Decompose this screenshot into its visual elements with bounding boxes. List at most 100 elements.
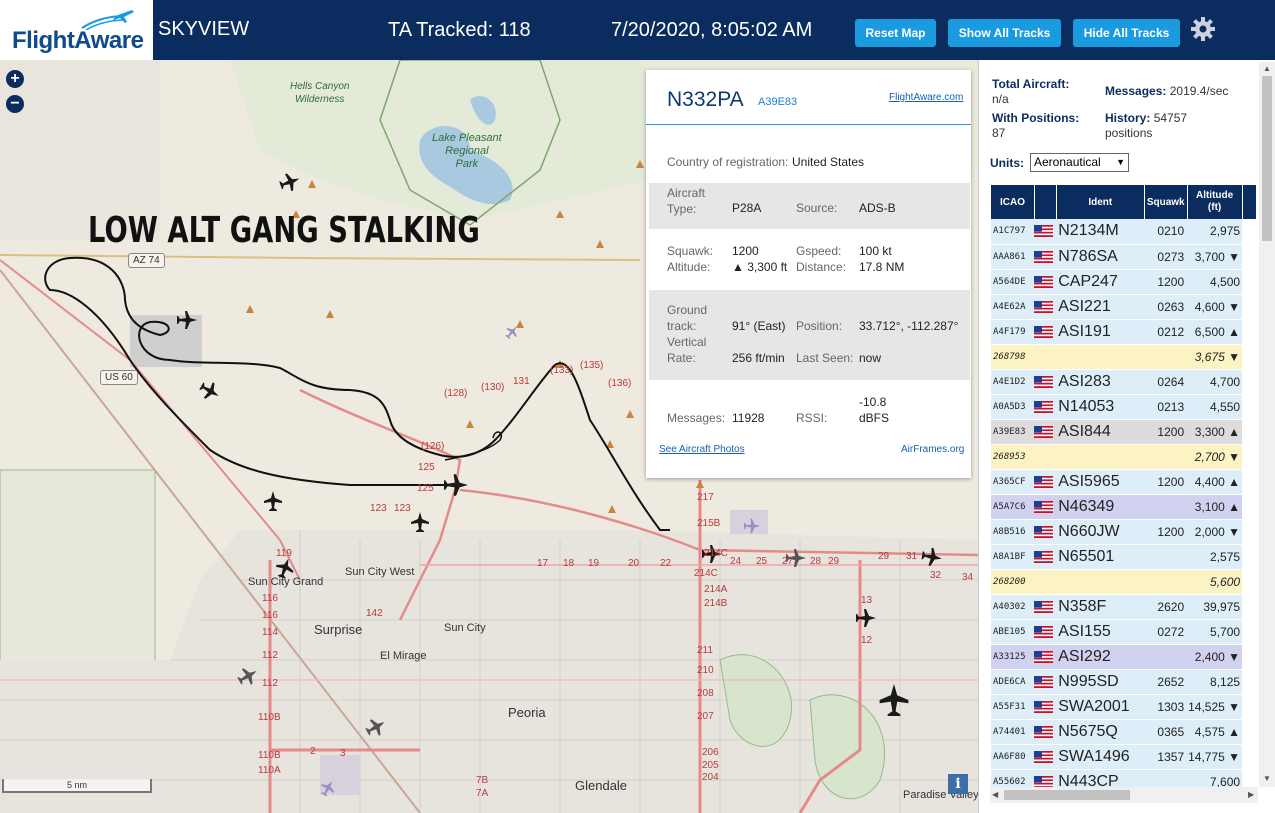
sidebar-messages-label: Messages: bbox=[1105, 84, 1167, 98]
ident-cell: N14053 bbox=[1056, 394, 1145, 420]
sidebar-horizontal-scrollbar[interactable]: ◀ ▶ bbox=[990, 787, 1258, 803]
scroll-right-icon[interactable]: ▶ bbox=[1248, 790, 1254, 799]
table-row[interactable]: A5A7C6 N46349 3,100 ▲ bbox=[991, 494, 1257, 520]
altitude-cell: 4,575 ▲ bbox=[1187, 719, 1243, 745]
aircraft-type-label: Aircraft Type: bbox=[667, 186, 706, 216]
column-header-flag[interactable] bbox=[1034, 185, 1057, 219]
us-flag-icon bbox=[1034, 375, 1054, 388]
ident-cell: SWA2001 bbox=[1056, 694, 1145, 720]
road-number-label: (130) bbox=[481, 382, 505, 393]
us-flag-icon bbox=[1034, 525, 1054, 538]
table-row[interactable]: A55F31 SWA2001 1303 14,525 ▼ bbox=[991, 694, 1257, 720]
road-number-label: 215B bbox=[697, 518, 721, 529]
flightaware-logo[interactable]: FlightAware bbox=[0, 0, 153, 60]
road-number-label: 206 bbox=[702, 747, 719, 758]
altitude-cell: 8,125 bbox=[1187, 669, 1243, 695]
zoom-out-button[interactable]: − bbox=[6, 95, 24, 113]
table-row[interactable]: A365CF ASI5965 1200 4,400 ▲ bbox=[991, 469, 1257, 495]
table-row[interactable]: A564DE CAP247 1200 4,500 bbox=[991, 269, 1257, 295]
road-number-label: 29 bbox=[828, 556, 840, 567]
with-positions-stat: With Positions: 87 bbox=[992, 111, 1079, 141]
sidebar-vertical-scrollbar[interactable]: ▲ ▼ bbox=[1259, 62, 1275, 787]
table-row[interactable]: ADE6CA N995SD 2652 8,125 bbox=[991, 669, 1257, 695]
vertical-rate-label: Vertical Rate: bbox=[667, 335, 707, 365]
ident-cell: ASI191 bbox=[1056, 319, 1145, 345]
scroll-down-icon[interactable]: ▼ bbox=[1263, 774, 1271, 783]
vertical-scroll-thumb[interactable] bbox=[1262, 76, 1272, 241]
show-all-tracks-button[interactable]: Show All Tracks bbox=[948, 19, 1061, 47]
units-select-value: Aeronautical bbox=[1034, 155, 1101, 169]
squawk-cell bbox=[1144, 544, 1188, 570]
altitude-cell: 4,700 bbox=[1187, 369, 1243, 395]
column-header-ident[interactable]: Ident bbox=[1056, 185, 1145, 219]
reset-map-button[interactable]: Reset Map bbox=[855, 19, 936, 47]
table-row[interactable]: 268798 3,675 ▼ bbox=[991, 344, 1257, 370]
ident-cell bbox=[1056, 569, 1145, 595]
table-row[interactable]: A4E1D2 ASI283 0264 4,700 bbox=[991, 369, 1257, 395]
road-number-label: 217 bbox=[697, 492, 714, 503]
distance-value: 17.8 NM bbox=[859, 260, 905, 274]
icao-cell: ADE6CA bbox=[991, 669, 1035, 695]
table-row[interactable]: A40302 N358F 2620 39,975 bbox=[991, 594, 1257, 620]
map-label-peoria: Peoria bbox=[508, 705, 546, 720]
road-shield-az74: AZ 74 bbox=[128, 253, 165, 268]
road-number-label: 7B bbox=[476, 775, 489, 786]
aircraft-photos-link[interactable]: See Aircraft Photos bbox=[659, 444, 745, 455]
icao-cell: A1C797 bbox=[991, 219, 1035, 245]
table-row[interactable]: AAA861 N786SA 0273 3,700 ▼ bbox=[991, 244, 1257, 270]
table-row[interactable]: A55602 N443CP 7,600 bbox=[991, 769, 1257, 788]
table-row[interactable]: A74401 N5675Q 0365 4,575 ▲ bbox=[991, 719, 1257, 745]
table-row[interactable]: A1C797 N2134M 0210 2,975 bbox=[991, 219, 1257, 245]
road-number-label: 13 bbox=[861, 595, 873, 606]
table-row[interactable]: A8A1BF N65501 2,575 bbox=[991, 544, 1257, 570]
ident-cell: N660JW bbox=[1056, 519, 1145, 545]
map-info-button[interactable]: i bbox=[948, 774, 968, 794]
table-row[interactable]: 268953 2,700 ▼ bbox=[991, 444, 1257, 470]
table-row[interactable]: AA6F80 SWA1496 1357 14,775 ▼ bbox=[991, 744, 1257, 770]
squawk-cell: 1200 bbox=[1144, 469, 1188, 495]
ident-cell: ASI844 bbox=[1056, 419, 1145, 445]
zoom-in-button[interactable]: + bbox=[6, 70, 24, 88]
top-header: FlightAware SKYVIEW TA Tracked: 118 7/20… bbox=[0, 0, 1275, 60]
aircraft-info-popup: N332PA A39E83 FlightAware.com Country of… bbox=[646, 70, 971, 478]
airframes-link[interactable]: AirFrames.org bbox=[901, 444, 964, 455]
squawk-cell: 0210 bbox=[1144, 219, 1188, 245]
table-row[interactable]: A39E83 ASI844 1200 3,300 ▲ bbox=[991, 419, 1257, 445]
last-seen-label: Last Seen: bbox=[796, 351, 854, 365]
column-header-squawk[interactable]: Squawk bbox=[1144, 185, 1188, 219]
history-label: History: bbox=[1105, 111, 1151, 125]
horizontal-scroll-thumb[interactable] bbox=[1004, 790, 1130, 800]
column-header-icao[interactable]: ICAO bbox=[991, 185, 1035, 219]
table-row[interactable]: A4F179 ASI191 0212 6,500 ▲ bbox=[991, 319, 1257, 345]
map-label-sun-city-grand: Sun City Grand bbox=[248, 576, 324, 588]
squawk-cell: 0213 bbox=[1144, 394, 1188, 420]
ident-cell: ASI221 bbox=[1056, 294, 1145, 320]
table-row[interactable]: A4E62A ASI221 0263 4,600 ▼ bbox=[991, 294, 1257, 320]
column-header-altitude[interactable]: Altitude (ft) bbox=[1187, 185, 1243, 219]
road-number-label: 112 bbox=[262, 650, 278, 661]
table-row[interactable]: ABE105 ASI155 0272 5,700 bbox=[991, 619, 1257, 645]
gear-icon[interactable] bbox=[1190, 16, 1216, 42]
us-flag-icon bbox=[1034, 550, 1054, 563]
history-stat: History: 54757 positions bbox=[1105, 111, 1187, 141]
altitude-cell: 39,975 bbox=[1187, 594, 1243, 620]
flightaware-link[interactable]: FlightAware.com bbox=[889, 92, 963, 103]
flag-cell bbox=[1034, 694, 1057, 720]
table-row[interactable]: 268200 5,600 bbox=[991, 569, 1257, 595]
ident-cell: ASI292 bbox=[1056, 644, 1145, 670]
table-row[interactable]: A33125 ASI292 2,400 ▼ bbox=[991, 644, 1257, 670]
scroll-up-icon[interactable]: ▲ bbox=[1263, 64, 1271, 73]
table-row[interactable]: A8B516 N660JW 1200 2,000 ▼ bbox=[991, 519, 1257, 545]
hide-all-tracks-button[interactable]: Hide All Tracks bbox=[1073, 19, 1180, 47]
ident-cell: SWA1496 bbox=[1056, 744, 1145, 770]
distance-label: Distance: bbox=[796, 260, 847, 274]
icao-cell: A8A1BF bbox=[991, 544, 1035, 570]
aircraft-table-wrapper[interactable]: ICAO Ident Squawk Altitude (ft) A1C797 N2… bbox=[991, 185, 1257, 788]
squawk-cell: 1200 bbox=[1144, 269, 1188, 295]
us-flag-icon bbox=[1034, 600, 1054, 613]
units-select[interactable]: Aeronautical ▼ bbox=[1030, 153, 1129, 172]
road-number-label: 12 bbox=[861, 635, 873, 646]
table-row[interactable]: A0A5D3 N14053 0213 4,550 bbox=[991, 394, 1257, 420]
ident-cell: N46349 bbox=[1056, 494, 1145, 520]
scroll-left-icon[interactable]: ◀ bbox=[992, 790, 998, 799]
